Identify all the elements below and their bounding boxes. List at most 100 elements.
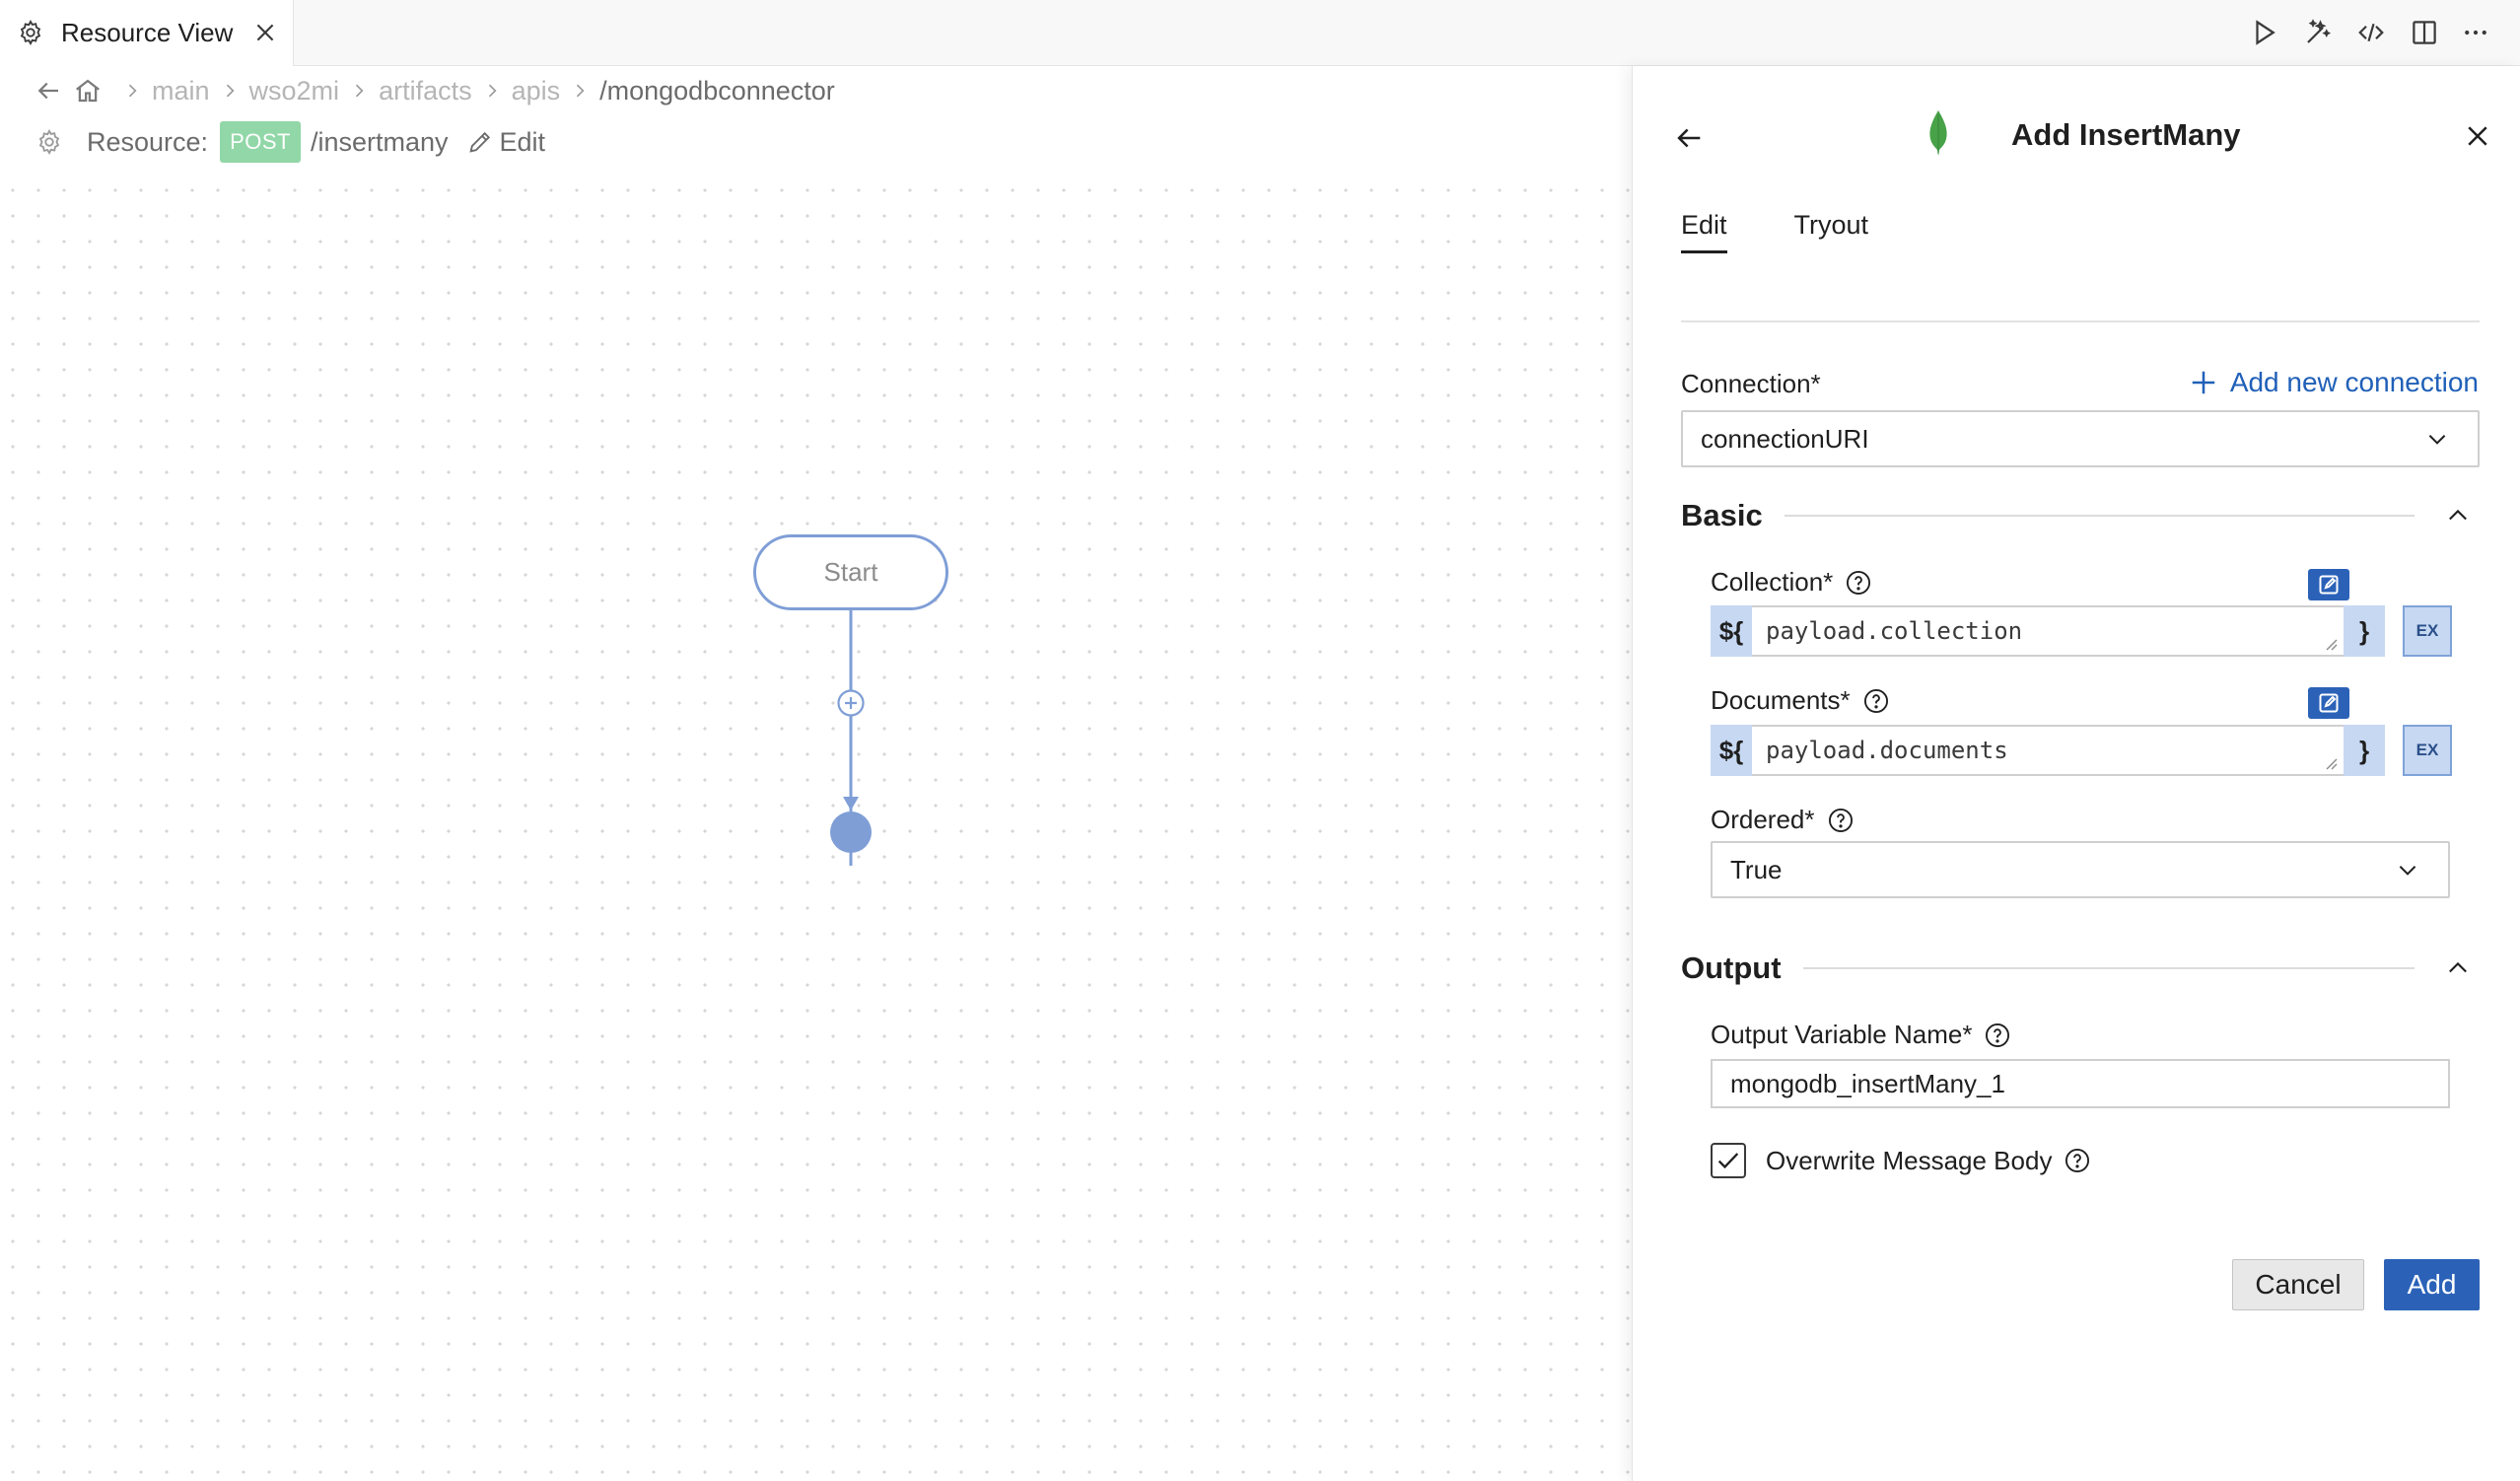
overwrite-message-body-checkbox[interactable]	[1711, 1143, 1746, 1178]
tab-title: Resource View	[61, 18, 234, 47]
connection-select[interactable]: connectionURI	[1681, 410, 2480, 467]
section-divider	[1784, 515, 2415, 517]
home-icon[interactable]	[73, 76, 103, 106]
breadcrumb-item-apis[interactable]: apis	[512, 76, 561, 106]
ordered-value: True	[1730, 854, 1783, 884]
divider	[1681, 320, 2480, 322]
magic-wand-icon[interactable]	[2303, 18, 2333, 47]
gear-icon	[38, 128, 60, 156]
close-icon[interactable]	[2463, 121, 2492, 151]
close-tab-icon[interactable]	[252, 20, 278, 45]
output-variable-input[interactable]: mongodb_insertMany_1	[1711, 1059, 2450, 1108]
pencil-icon	[468, 131, 490, 153]
panel-title: Add InsertMany	[2011, 117, 2241, 152]
cancel-button[interactable]: Cancel	[2232, 1259, 2364, 1310]
resource-path: /insertmany	[310, 126, 449, 157]
documents-ex-toggle[interactable]: EX	[2403, 725, 2452, 776]
help-icon[interactable]	[1845, 569, 1872, 597]
chevron-down-icon	[2428, 435, 2446, 445]
mongodb-leaf-icon	[1929, 110, 1947, 156]
edit-square-icon	[2319, 693, 2339, 713]
overwrite-message-body-row: Overwrite Message Body	[1711, 1143, 2091, 1178]
edit-square-icon	[2319, 575, 2339, 595]
breadcrumb-item-main[interactable]: main	[152, 76, 210, 106]
documents-label: Documents*	[1711, 685, 1890, 716]
help-icon[interactable]	[2064, 1147, 2091, 1174]
code-icon[interactable]	[2356, 18, 2386, 47]
collection-input[interactable]: payload.collection	[1752, 605, 2344, 657]
collection-expression-field: ${ payload.collection }	[1711, 605, 2385, 657]
connection-value: connectionURI	[1701, 423, 1869, 454]
output-variable-label-text: Output Variable Name*	[1711, 1020, 1973, 1049]
expression-editor-button[interactable]	[2308, 687, 2349, 719]
back-arrow-icon[interactable]	[1672, 121, 1706, 155]
chevron-up-icon[interactable]	[2444, 954, 2472, 982]
more-icon[interactable]	[2461, 18, 2490, 47]
start-node[interactable]: Start	[753, 534, 948, 610]
breadcrumb-current: /mongodbconnector	[599, 75, 835, 106]
run-icon[interactable]	[2250, 18, 2279, 47]
expression-suffix: }	[2344, 605, 2385, 657]
help-icon[interactable]	[1984, 1022, 2011, 1049]
gear-icon	[20, 19, 41, 46]
documents-value: payload.documents	[1766, 737, 2008, 764]
edit-resource-button[interactable]: Edit	[466, 126, 546, 158]
overwrite-message-body-label: Overwrite Message Body	[1766, 1145, 2053, 1175]
chevron-right-icon	[355, 84, 364, 98]
breadcrumb: main wso2mi artifacts apis /mongodbconne…	[34, 71, 835, 110]
connection-label: Connection*	[1681, 369, 1821, 398]
collection-value: payload.collection	[1766, 617, 2023, 645]
diagram-canvas[interactable]: Start	[0, 177, 1632, 1481]
breadcrumb-item-artifacts[interactable]: artifacts	[379, 76, 472, 106]
basic-section-title: Basic	[1681, 498, 1763, 532]
resize-grip-icon[interactable]	[2322, 635, 2338, 651]
help-icon[interactable]	[1862, 687, 1890, 715]
output-variable-label: Output Variable Name*	[1711, 1020, 2011, 1050]
add-new-connection-label: Add new connection	[2229, 367, 2479, 397]
split-editor-icon[interactable]	[2410, 18, 2439, 47]
add-mediator-plus-icon[interactable]	[836, 688, 866, 718]
expression-prefix: ${	[1711, 725, 1752, 776]
output-section-title: Output	[1681, 951, 1782, 985]
ordered-label-text: Ordered*	[1711, 805, 1815, 834]
resource-header: Resource: POST /insertmany Edit	[35, 120, 545, 164]
tab-tryout[interactable]: Tryout	[1794, 210, 1869, 253]
chevron-right-icon	[226, 84, 235, 98]
chevron-right-icon	[128, 84, 137, 98]
breadcrumb-item-wso2mi[interactable]: wso2mi	[249, 76, 340, 106]
back-arrow-icon[interactable]	[34, 76, 63, 106]
collection-label: Collection*	[1711, 567, 1872, 598]
expression-editor-button[interactable]	[2308, 569, 2349, 600]
resource-label: Resource:	[87, 126, 209, 157]
flow-connectors	[843, 610, 859, 866]
http-method-badge: POST	[220, 121, 301, 163]
add-button[interactable]: Add	[2384, 1259, 2480, 1310]
expression-suffix: }	[2344, 725, 2385, 776]
resize-grip-icon[interactable]	[2322, 754, 2338, 770]
documents-expression-field: ${ payload.documents }	[1711, 725, 2385, 776]
tab-edit[interactable]: Edit	[1681, 210, 1727, 253]
chevron-down-icon	[2399, 866, 2416, 876]
collection-label-text: Collection*	[1711, 567, 1834, 597]
chevron-up-icon[interactable]	[2444, 502, 2472, 529]
ordered-select[interactable]: True	[1711, 841, 2450, 898]
basic-section-header[interactable]: Basic	[1681, 496, 2480, 535]
collection-ex-toggle[interactable]: EX	[2403, 605, 2452, 657]
tab-resource-view[interactable]: Resource View	[0, 0, 294, 66]
end-node	[830, 811, 872, 853]
expression-prefix: ${	[1711, 605, 1752, 657]
plus-icon	[2192, 371, 2215, 394]
add-new-connection-link[interactable]: Add new connection	[2189, 367, 2479, 398]
ordered-label: Ordered*	[1711, 805, 1855, 835]
chevron-right-icon	[488, 84, 497, 98]
documents-input[interactable]: payload.documents	[1752, 725, 2344, 776]
output-variable-value: mongodb_insertMany_1	[1730, 1068, 2005, 1098]
edit-label: Edit	[499, 126, 546, 157]
add-insertmany-panel: Add InsertMany Edit Tryout Connection* A…	[1632, 66, 2520, 1481]
chevron-right-icon	[577, 84, 585, 98]
checkmark-icon	[1717, 1153, 1739, 1169]
section-divider	[1802, 967, 2415, 969]
editor-tab-bar: Resource View	[0, 0, 2520, 66]
help-icon[interactable]	[1827, 807, 1855, 834]
output-section-header[interactable]: Output	[1681, 949, 2480, 988]
